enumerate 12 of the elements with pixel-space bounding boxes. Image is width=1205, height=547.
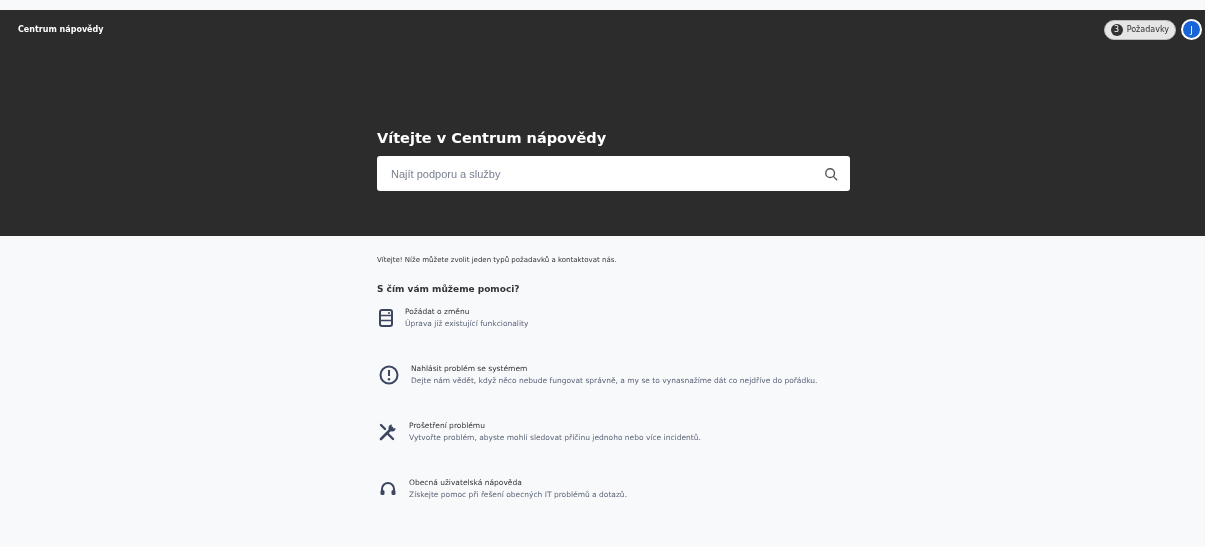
alert-icon[interactable] (379, 364, 399, 385)
search-icon[interactable] (824, 166, 838, 181)
user-avatar[interactable]: J (1181, 19, 1202, 40)
search-field[interactable]: Najít podporu a služby (389, 166, 824, 181)
site-title[interactable]: Centrum nápovědy (18, 25, 104, 34)
requests-button[interactable]: 3 Požadavky (1103, 19, 1176, 40)
form-icon[interactable] (379, 308, 393, 327)
tools-icon[interactable] (379, 422, 397, 441)
welcome-heading: Vítejte v Centrum nápovědy (377, 130, 608, 146)
section-heading: S čím vám můžeme pomoci? (377, 284, 521, 294)
search-bar[interactable]: Najít podporu a služby (377, 156, 850, 191)
headset-icon[interactable] (379, 479, 397, 498)
